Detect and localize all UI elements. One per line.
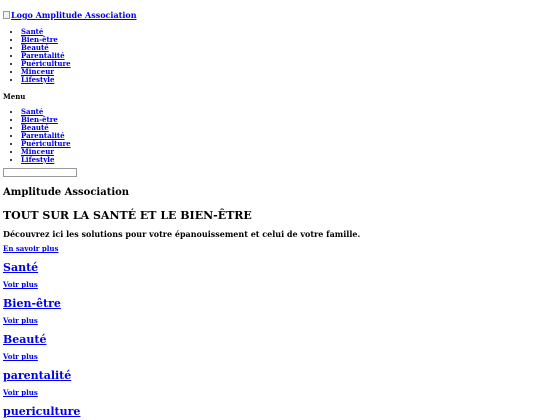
category-puericulture: puericulture xyxy=(3,405,557,418)
learn-more-link[interactable]: En savoir plus xyxy=(3,245,557,253)
category-title: puericulture xyxy=(3,405,557,418)
menu-item-parentalite: Parentalité xyxy=(21,132,557,140)
nav-link-lifestyle[interactable]: Lifestyle xyxy=(21,75,54,84)
category-title: Santé xyxy=(3,261,557,274)
nav-item-parentalite: Parentalité xyxy=(21,52,557,60)
menu-item-puericulture: Puériculture xyxy=(21,140,557,148)
hero-image-placeholder xyxy=(3,168,77,177)
menu-item-minceur: Minceur xyxy=(21,148,557,156)
category-beaute: Beauté Voir plus xyxy=(3,333,557,361)
category-link-bien-etre[interactable]: Bien-être xyxy=(3,297,61,310)
category-title: Beauté xyxy=(3,333,557,346)
see-more-link[interactable]: Voir plus xyxy=(3,281,557,289)
nav-item-puericulture: Puériculture xyxy=(21,60,557,68)
site-title: Amplitude Association xyxy=(3,187,130,198)
logo-link[interactable]: Logo Amplitude Association xyxy=(3,10,137,20)
category-bien-etre: Bien-être Voir plus xyxy=(3,297,557,325)
category-link-puericulture[interactable]: puericulture xyxy=(3,405,80,418)
category-link-beaute[interactable]: Beauté xyxy=(3,333,47,346)
hero-intro: Découvrez ici les solutions pour votre é… xyxy=(3,229,361,239)
broken-image-icon xyxy=(3,11,10,19)
category-sante: Santé Voir plus xyxy=(3,261,557,289)
see-more-link[interactable]: Voir plus xyxy=(3,389,557,397)
category-title: parentalité xyxy=(3,369,557,382)
menu-item-sante: Santé xyxy=(21,108,557,116)
hero-tagline: TOUT SUR LA SANTÉ ET LE BIEN-ÊTRE xyxy=(3,209,252,222)
nav-item-beaute: Beauté xyxy=(21,44,557,52)
page: Logo Amplitude Association Santé Bien-êt… xyxy=(0,0,560,418)
main-nav: Santé Bien-être Beauté Parentalité Puéri… xyxy=(3,28,557,84)
logo-alt-text: Logo Amplitude Association xyxy=(11,10,137,20)
menu-item-lifestyle: Lifestyle xyxy=(21,156,557,164)
secondary-nav: Santé Bien-être Beauté Parentalité Puéri… xyxy=(3,108,557,164)
see-more-link[interactable]: Voir plus xyxy=(3,353,557,361)
menu-item-beaute: Beauté xyxy=(21,124,557,132)
category-parentalite: parentalité Voir plus xyxy=(3,369,557,397)
see-more-link[interactable]: Voir plus xyxy=(3,317,557,325)
category-title: Bien-être xyxy=(3,297,557,310)
nav-item-bien-etre: Bien-être xyxy=(21,36,557,44)
category-link-parentalite[interactable]: parentalité xyxy=(3,369,71,382)
menu-item-bien-etre: Bien-être xyxy=(21,116,557,124)
category-link-sante[interactable]: Santé xyxy=(3,261,38,274)
menu-heading: Menu xyxy=(3,92,26,101)
nav-item-lifestyle: Lifestyle xyxy=(21,76,557,84)
menu-link-lifestyle[interactable]: Lifestyle xyxy=(21,155,54,164)
nav-item-minceur: Minceur xyxy=(21,68,557,76)
nav-item-sante: Santé xyxy=(21,28,557,36)
